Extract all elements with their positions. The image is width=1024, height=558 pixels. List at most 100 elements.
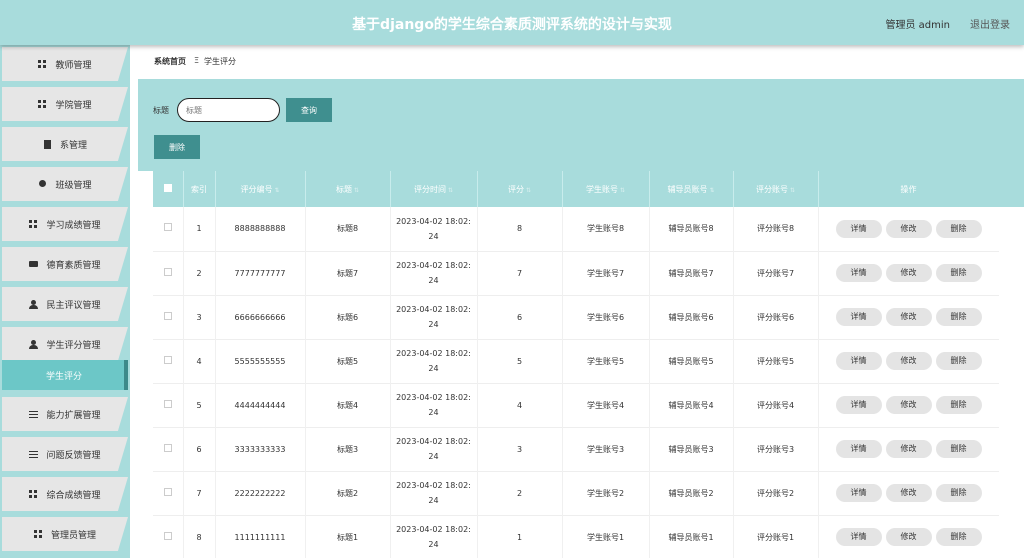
- row-select-cell[interactable]: [153, 515, 184, 558]
- sort-icon[interactable]: ⇅: [620, 187, 625, 194]
- breadcrumb-home[interactable]: 系统首页: [154, 56, 186, 67]
- edit-button[interactable]: 修改: [885, 396, 932, 414]
- sort-icon[interactable]: ⇅: [274, 187, 279, 194]
- row-checkbox[interactable]: [163, 223, 172, 232]
- cell-score: 8: [477, 207, 563, 251]
- sort-icon[interactable]: ⇅: [354, 187, 359, 194]
- detail-button[interactable]: 详情: [835, 352, 882, 370]
- table-right-gutter: [999, 171, 1024, 558]
- header-code[interactable]: 评分编号 ⇅: [215, 171, 306, 207]
- sort-icon[interactable]: ⇅: [448, 187, 453, 194]
- row-select-cell[interactable]: [153, 207, 184, 251]
- cell-time: 2023-04-02 18:02: 24: [390, 295, 478, 339]
- cell-time: 2023-04-02 18:02: 24: [390, 427, 478, 471]
- cell-rater: 评分账号8: [733, 207, 819, 251]
- row-checkbox[interactable]: [163, 311, 172, 320]
- cell-title: 标题2: [305, 471, 391, 515]
- delete-button[interactable]: 删除: [935, 219, 982, 238]
- edit-button[interactable]: 修改: [885, 264, 932, 282]
- sort-icon[interactable]: ⇅: [526, 187, 531, 194]
- select-all-cell[interactable]: [153, 171, 184, 207]
- sidebar-item[interactable]: 问题反馈管理: [2, 437, 128, 471]
- sidebar-item[interactable]: 综合成绩管理: [2, 477, 128, 511]
- edit-button[interactable]: 修改: [885, 528, 932, 546]
- cell-title: 标题6: [305, 295, 391, 339]
- cell-score: 1: [477, 515, 563, 558]
- header-counselor[interactable]: 辅导员账号 ⇅: [649, 171, 734, 207]
- sidebar-item-label: 学生评分管理: [46, 340, 101, 351]
- detail-button[interactable]: 详情: [835, 308, 882, 326]
- header-time[interactable]: 评分时间 ⇅: [390, 171, 478, 207]
- delete-button[interactable]: 删除: [935, 352, 982, 370]
- sidebar-item[interactable]: 学习成绩管理: [2, 207, 128, 241]
- row-select-cell[interactable]: [153, 295, 184, 339]
- cell-student: 学生账号6: [562, 295, 650, 339]
- header-title[interactable]: 标题 ⇅: [305, 171, 391, 207]
- delete-button[interactable]: 删除: [935, 528, 982, 546]
- cell-time-line2: 24: [428, 276, 439, 285]
- detail-button[interactable]: 详情: [835, 528, 882, 546]
- sort-icon[interactable]: ⇅: [709, 187, 714, 194]
- delete-button[interactable]: 删除: [935, 440, 982, 458]
- delete-selected-button[interactable]: 删除: [154, 135, 200, 159]
- header-counselor-label: 辅导员账号: [667, 184, 708, 194]
- detail-button[interactable]: 详情: [835, 264, 882, 282]
- delete-button[interactable]: 删除: [935, 396, 982, 414]
- edit-button[interactable]: 修改: [885, 308, 932, 326]
- cell-time: 2023-04-02 18:02: 24: [390, 383, 478, 427]
- row-select-cell[interactable]: [153, 383, 184, 427]
- cell-idx: 1: [183, 207, 216, 251]
- cell-actions: 详情 修改 删除: [818, 427, 1000, 471]
- row-checkbox[interactable]: [163, 443, 172, 452]
- cell-student: 学生账号4: [562, 383, 650, 427]
- sidebar-item[interactable]: 民主评议管理: [2, 287, 128, 321]
- edit-button[interactable]: 修改: [885, 219, 932, 238]
- cell-time-line2: 24: [428, 408, 439, 417]
- sidebar-item[interactable]: 班级管理: [2, 167, 128, 201]
- delete-button[interactable]: 删除: [935, 308, 982, 326]
- delete-button[interactable]: 删除: [935, 484, 982, 502]
- cell-time-line2: 24: [428, 231, 439, 241]
- detail-button[interactable]: 详情: [835, 219, 882, 238]
- detail-button[interactable]: 详情: [835, 440, 882, 458]
- search-input[interactable]: [177, 98, 280, 122]
- cell-code: 4444444444: [215, 383, 306, 427]
- sidebar-item[interactable]: 教师管理: [2, 47, 128, 81]
- edit-button[interactable]: 修改: [885, 352, 932, 370]
- edit-button[interactable]: 修改: [885, 484, 932, 502]
- cell-idx: 3: [183, 295, 216, 339]
- row-checkbox[interactable]: [163, 355, 172, 364]
- sort-icon[interactable]: ⇅: [790, 187, 795, 194]
- query-button[interactable]: 查询: [286, 98, 332, 122]
- sidebar-subitem-active[interactable]: 学生评分: [2, 360, 128, 390]
- sidebar-item[interactable]: 德育素质管理: [2, 247, 128, 281]
- row-select-cell[interactable]: [153, 471, 184, 515]
- row-select-cell[interactable]: [153, 251, 184, 295]
- header-score[interactable]: 评分 ⇅: [477, 171, 563, 207]
- row-checkbox[interactable]: [163, 399, 172, 408]
- cell-counselor: 辅导员账号8: [649, 207, 734, 251]
- sidebar-item[interactable]: 能力扩展管理: [2, 397, 128, 431]
- sidebar-item-label: 系管理: [59, 140, 87, 151]
- row-checkbox[interactable]: [163, 531, 172, 540]
- header-rater[interactable]: 评分账号 ⇅: [733, 171, 819, 207]
- sidebar-item[interactable]: 系管理: [2, 127, 128, 161]
- detail-button[interactable]: 详情: [835, 484, 882, 502]
- row-checkbox[interactable]: [163, 487, 172, 496]
- header-student[interactable]: 学生账号 ⇅: [562, 171, 650, 207]
- delete-button[interactable]: 删除: [935, 264, 982, 282]
- row-checkbox[interactable]: [163, 267, 172, 276]
- clipboard-icon: [43, 139, 52, 149]
- grid-icon: [38, 59, 47, 69]
- row-select-cell[interactable]: [153, 339, 184, 383]
- row-select-cell[interactable]: [153, 427, 184, 471]
- detail-button[interactable]: 详情: [835, 396, 882, 414]
- cell-rater: 评分账号7: [733, 251, 819, 295]
- edit-button[interactable]: 修改: [885, 440, 932, 458]
- select-all-checkbox[interactable]: [163, 184, 172, 192]
- sidebar-item[interactable]: 学院管理: [2, 87, 128, 121]
- logout-link[interactable]: 退出登录: [970, 16, 1010, 31]
- sidebar-item-label: 学习成绩管理: [46, 220, 101, 231]
- sidebar-item[interactable]: 管理员管理: [2, 517, 128, 551]
- sidebar-item[interactable]: 学生评分管理: [2, 327, 128, 361]
